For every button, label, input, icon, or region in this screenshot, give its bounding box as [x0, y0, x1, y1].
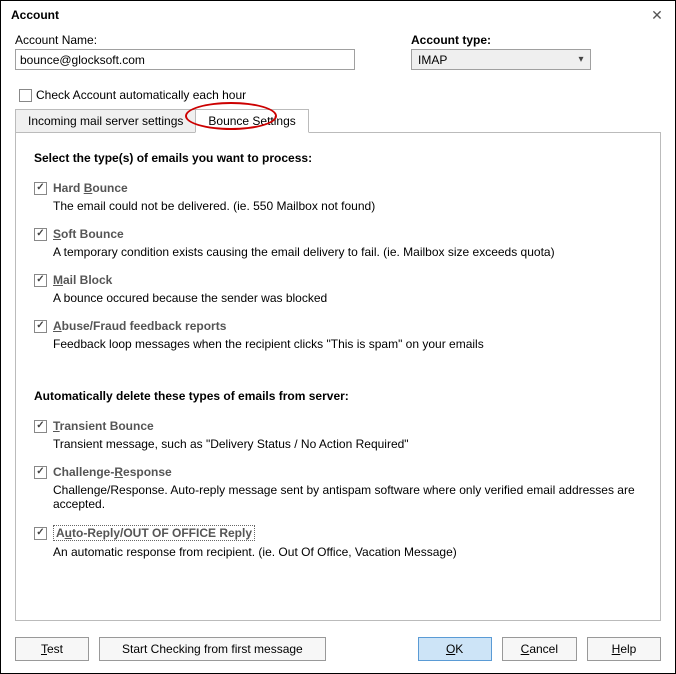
hard-bounce-desc: The email could not be delivered. (ie. 5…: [53, 199, 642, 213]
account-type-label: Account type:: [411, 33, 661, 47]
window-title: Account: [11, 8, 59, 22]
abuse-desc: Feedback loop messages when the recipien…: [53, 337, 642, 351]
account-name-label: Account Name:: [15, 33, 391, 47]
account-name-input[interactable]: [15, 49, 355, 70]
chevron-down-icon: ▾: [572, 54, 590, 65]
challenge-label: Challenge-Response: [53, 465, 172, 479]
tab-strip: Incoming mail server settings Bounce Set…: [15, 108, 661, 133]
account-type-value: IMAP: [412, 53, 572, 67]
mail-block-label: Mail Block: [53, 273, 112, 287]
start-checking-button[interactable]: Start Checking from first message: [99, 637, 326, 661]
section1-title: Select the type(s) of emails you want to…: [34, 151, 642, 165]
autoreply-checkbox[interactable]: [34, 527, 47, 540]
mail-block-checkbox[interactable]: [34, 274, 47, 287]
challenge-desc: Challenge/Response. Auto-reply message s…: [53, 483, 642, 511]
transient-label: Transient Bounce: [53, 419, 154, 433]
section2-title: Automatically delete these types of emai…: [34, 389, 642, 403]
soft-bounce-desc: A temporary condition exists causing the…: [53, 245, 642, 259]
transient-checkbox[interactable]: [34, 420, 47, 433]
challenge-checkbox[interactable]: [34, 466, 47, 479]
tab-panel-bounce: Select the type(s) of emails you want to…: [15, 133, 661, 621]
soft-bounce-checkbox[interactable]: [34, 228, 47, 241]
abuse-label: Abuse/Fraud feedback reports: [53, 319, 226, 333]
autoreply-label: Auto-Reply/OUT OF OFFICE Reply: [53, 525, 255, 541]
help-button[interactable]: Help: [587, 637, 661, 661]
cancel-button[interactable]: Cancel: [502, 637, 577, 661]
transient-desc: Transient message, such as "Delivery Sta…: [53, 437, 642, 451]
soft-bounce-label: Soft Bounce: [53, 227, 124, 241]
tab-bounce-settings[interactable]: Bounce Settings: [195, 109, 308, 133]
auto-check-checkbox[interactable]: [19, 89, 32, 102]
close-icon[interactable]: ✕: [649, 7, 665, 23]
mail-block-desc: A bounce occured because the sender was …: [53, 291, 642, 305]
account-type-select[interactable]: IMAP ▾: [411, 49, 591, 70]
tab-incoming[interactable]: Incoming mail server settings: [15, 109, 196, 133]
hard-bounce-label: Hard Bounce: [53, 181, 128, 195]
ok-button[interactable]: OK: [418, 637, 492, 661]
abuse-checkbox[interactable]: [34, 320, 47, 333]
auto-check-label: Check Account automatically each hour: [36, 88, 246, 102]
test-button[interactable]: Test: [15, 637, 89, 661]
autoreply-desc: An automatic response from recipient. (i…: [53, 545, 642, 559]
hard-bounce-checkbox[interactable]: [34, 182, 47, 195]
